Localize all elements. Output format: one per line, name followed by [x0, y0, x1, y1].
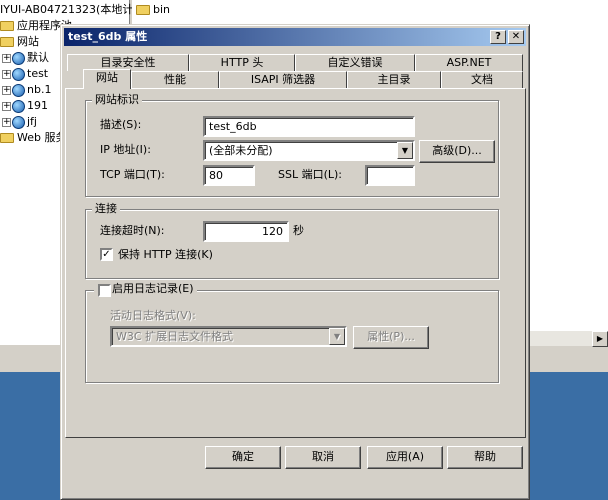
ssl-port-label: SSL 端口(L): [278, 168, 343, 181]
apply-button[interactable]: 应用(A) [367, 446, 443, 469]
expand-icon[interactable]: + [2, 117, 11, 127]
help-title-button[interactable]: ? [490, 30, 506, 44]
globe-icon [12, 115, 25, 129]
tab-aspnet[interactable]: ASP.NET [415, 54, 523, 71]
tab-http-headers[interactable]: HTTP 头 [189, 54, 295, 71]
timeout-label: 连接超时(N): [100, 224, 165, 237]
folder-icon [0, 21, 14, 31]
keepalive-checkbox[interactable]: ✓ [100, 248, 113, 261]
tab-documents[interactable]: 文档 [441, 71, 523, 88]
tree-root-label: IYUI-AB04721323(本地计 [0, 3, 134, 16]
globe-icon [12, 99, 25, 113]
tree-item-label: 默认 [27, 51, 49, 64]
tree-item-label: 网站 [17, 35, 39, 48]
tab-home-directory[interactable]: 主目录 [347, 71, 441, 88]
tree-root[interactable]: IYUI-AB04721323(本地计 [0, 2, 133, 18]
site-identity-group: 网站标识 描述(S): test_6db IP 地址(I): (全部未分配) ▼… [85, 93, 499, 197]
ssl-port-input[interactable] [365, 165, 415, 186]
advanced-button[interactable]: 高级(D)... [419, 140, 495, 163]
description-input[interactable]: test_6db [203, 116, 415, 137]
keepalive-label: 保持 HTTP 连接(K) [118, 248, 213, 261]
tree-item-label: test [27, 67, 49, 80]
tree-item-label: jfj [27, 115, 37, 128]
tree-item-site-nb[interactable]: + nb.1 [2, 82, 51, 98]
tree-item-label: nb.1 [27, 83, 52, 96]
tree-item-label: 191 [27, 99, 48, 112]
globe-icon [12, 67, 25, 81]
website-tab-panel: 网站标识 描述(S): test_6db IP 地址(I): (全部未分配) ▼… [65, 88, 526, 438]
log-format-label: 活动日志格式(V): [110, 309, 196, 322]
tab-performance[interactable]: 性能 [131, 71, 219, 88]
tab-isapi-filters[interactable]: ISAPI 筛选器 [219, 71, 347, 88]
properties-dialog: test_6db 属性 ? ✕ 目录安全性 HTTP 头 自定义错误 ASP.N… [60, 24, 530, 500]
tab-website[interactable]: 网站 [83, 69, 131, 89]
expand-icon[interactable]: + [2, 53, 11, 63]
dialog-title: test_6db 属性 [68, 30, 148, 43]
ip-address-value: (全部未分配) [209, 144, 273, 157]
timeout-unit: 秒 [293, 224, 304, 237]
cancel-button[interactable]: 取消 [285, 446, 361, 469]
tree-item-site-191[interactable]: +191 [2, 98, 48, 114]
globe-icon [12, 83, 25, 97]
tree-item-site-test[interactable]: + test [2, 66, 48, 82]
expand-icon[interactable]: + [2, 101, 11, 111]
logging-group: 启用日志记录(E) 活动日志格式(V): W3C 扩展日志文件格式 ▼ 属性(P… [85, 282, 499, 383]
connection-group: 连接 连接超时(N): 120 秒 ✓ 保持 HTTP 连接(K) [85, 202, 499, 279]
scroll-right-arrow-icon[interactable]: ▶ [592, 331, 608, 347]
tcp-port-input[interactable]: 80 [203, 165, 255, 186]
tree-item-site-default[interactable]: + 默认 [2, 50, 49, 66]
ok-button[interactable]: 确定 [205, 446, 281, 469]
globe-icon [12, 51, 25, 65]
folder-icon [0, 37, 14, 47]
enable-logging-label: 启用日志记录(E) [112, 282, 194, 295]
tree-item-site-jfj[interactable]: + jfj [2, 114, 37, 130]
folder-icon [136, 5, 150, 15]
tab-custom-errors[interactable]: 自定义错误 [295, 54, 415, 71]
group-title: 连接 [92, 202, 120, 216]
log-properties-button[interactable]: 属性(P)... [353, 326, 429, 349]
folder-icon [0, 133, 14, 143]
enable-logging-checkbox[interactable] [98, 284, 111, 297]
tcp-port-label: TCP 端口(T): [100, 168, 165, 181]
log-format-value: W3C 扩展日志文件格式 [116, 330, 234, 343]
ip-address-label: IP 地址(I): [100, 143, 151, 156]
close-button[interactable]: ✕ [508, 30, 524, 44]
dialog-titlebar[interactable]: test_6db 属性 ? ✕ [64, 28, 526, 46]
list-item[interactable]: bin [136, 2, 170, 18]
expand-icon[interactable]: + [2, 85, 11, 95]
description-label: 描述(S): [100, 118, 142, 131]
expand-icon[interactable]: + [2, 69, 11, 79]
chevron-down-icon[interactable]: ▼ [397, 142, 413, 159]
tree-item-websites[interactable]: 网站 [0, 34, 39, 50]
tree-item-web-service[interactable]: Web 服务 [0, 130, 66, 146]
list-item-label: bin [153, 3, 171, 16]
log-format-select[interactable]: W3C 扩展日志文件格式 ▼ [110, 326, 347, 347]
ip-address-select[interactable]: (全部未分配) ▼ [203, 140, 415, 161]
help-button[interactable]: 帮助 [447, 446, 523, 469]
timeout-input[interactable]: 120 [203, 221, 289, 242]
chevron-down-icon[interactable]: ▼ [329, 328, 345, 345]
group-title: 网站标识 [92, 93, 142, 107]
